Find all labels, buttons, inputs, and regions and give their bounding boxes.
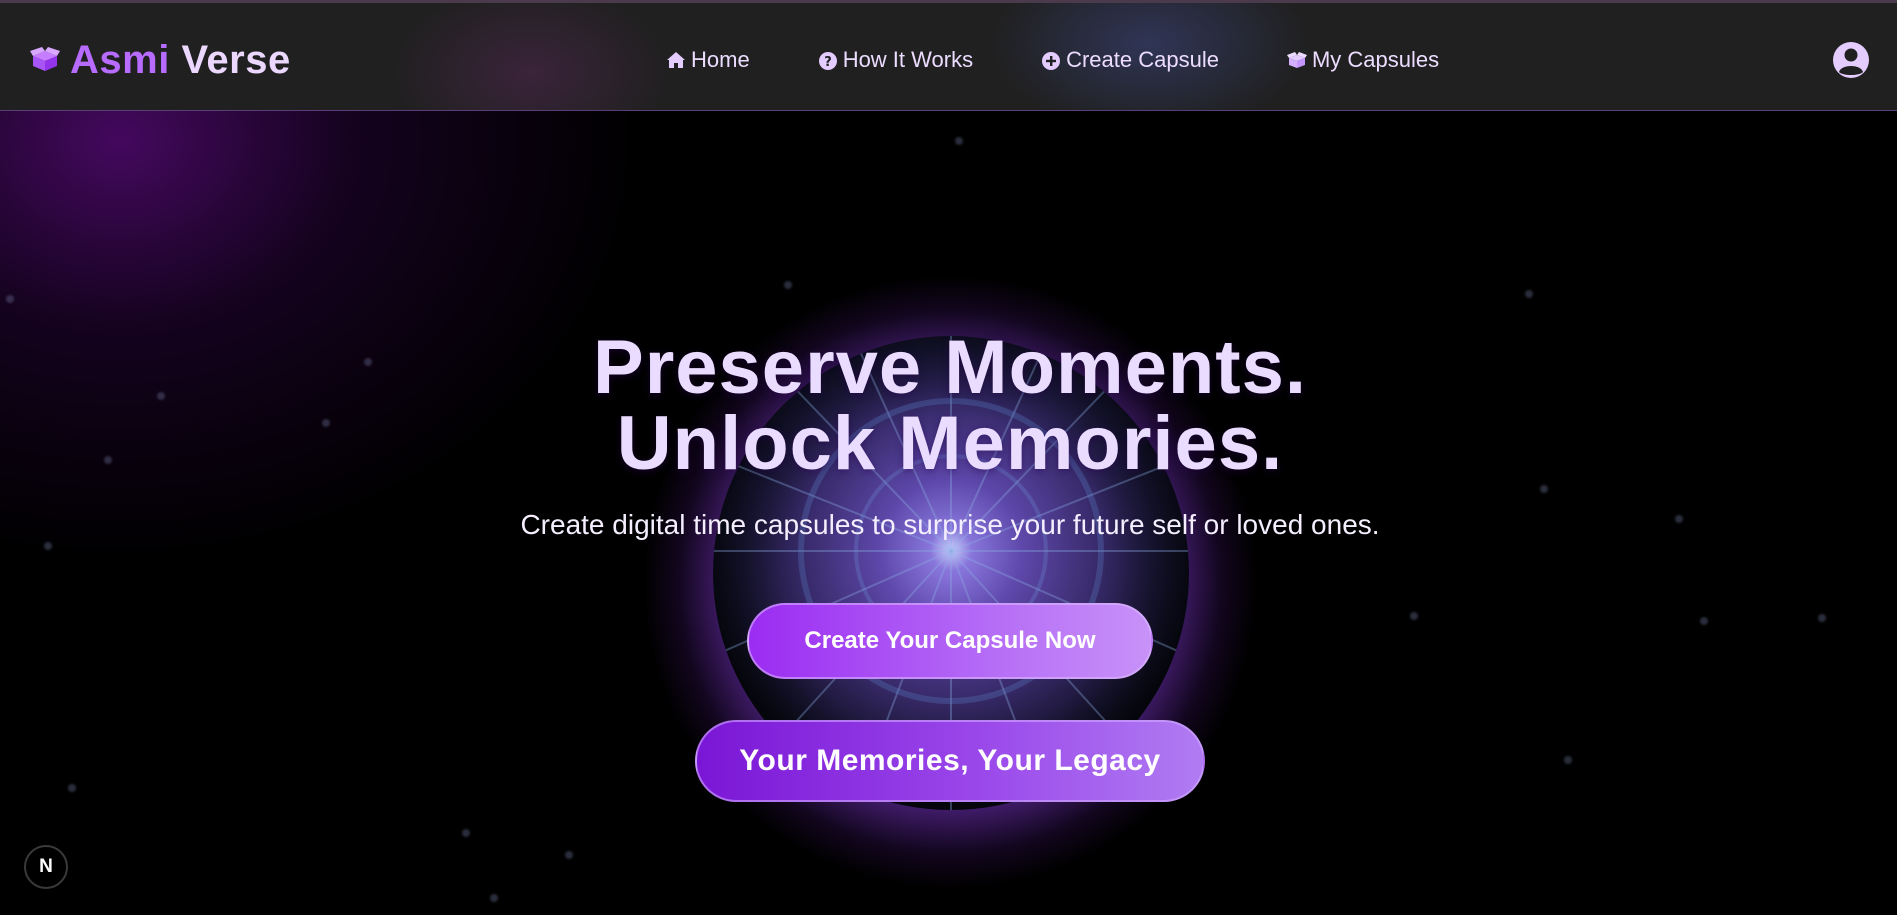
star-particle <box>490 894 498 902</box>
star-particle <box>104 456 112 464</box>
nav-item-label: How It Works <box>842 47 974 72</box>
star-particle <box>1675 515 1683 523</box>
star-particle <box>955 137 963 145</box>
brand-logo[interactable]: Asmi Verse <box>30 37 291 83</box>
nav-item-home[interactable]: Home <box>665 47 750 73</box>
star-particle <box>44 542 52 550</box>
brand-name: Asmi Verse <box>70 38 291 83</box>
dev-tools-badge[interactable]: N <box>24 845 68 889</box>
star-particle <box>68 784 76 792</box>
navbar: Asmi Verse Home ? How It Works Create Ca… <box>0 3 1897 111</box>
star-particle <box>364 358 372 366</box>
star-particle <box>1540 485 1548 493</box>
star-particle <box>6 295 14 303</box>
nav-item-label: Home <box>691 47 750 72</box>
user-circle-icon[interactable] <box>1832 41 1870 79</box>
hero-subtitle: Create digital time capsules to surprise… <box>520 509 1380 540</box>
question-circle-icon: ? <box>818 52 837 70</box>
star-particle <box>1410 612 1418 620</box>
svg-text:?: ? <box>824 55 832 70</box>
hero-title-line1: Preserve Moments. <box>593 325 1307 410</box>
star-particle <box>784 281 792 289</box>
brand-name-part2: Verse <box>181 37 291 82</box>
home-icon <box>667 52 685 68</box>
star-particle <box>157 392 165 400</box>
tagline-pill: Your Memories, Your Legacy <box>695 720 1205 802</box>
star-particle <box>1564 756 1572 764</box>
nav-item-my-capsules[interactable]: My Capsules <box>1286 47 1439 73</box>
star-particle <box>322 419 330 427</box>
star-particle <box>1525 290 1533 298</box>
create-capsule-button[interactable]: Create Your Capsule Now <box>747 603 1153 679</box>
star-particle <box>1818 614 1826 622</box>
hero-title-line2: Unlock Memories. <box>616 401 1284 486</box>
page: Asmi Verse Home ? How It Works Create Ca… <box>0 0 1897 915</box>
nav-item-label: My Capsules <box>1311 47 1440 72</box>
star-particle <box>1700 617 1708 625</box>
star-particle <box>462 829 470 837</box>
plus-circle-icon <box>1042 52 1061 70</box>
nav-item-create-capsule[interactable]: Create Capsule <box>1040 47 1219 73</box>
nav-item-label: Create Capsule <box>1066 47 1219 72</box>
nav-item-how-it-works[interactable]: ? How It Works <box>817 47 973 73</box>
brand-name-part1: Asmi <box>70 37 170 82</box>
box-open-icon <box>1286 52 1307 68</box>
hero-title: Preserve Moments. Unlock Memories. <box>450 330 1450 482</box>
box-open-icon <box>30 47 60 71</box>
star-particle <box>565 851 573 859</box>
nav-links: Home ? How It Works Create Capsule My Ca… <box>665 43 1439 77</box>
